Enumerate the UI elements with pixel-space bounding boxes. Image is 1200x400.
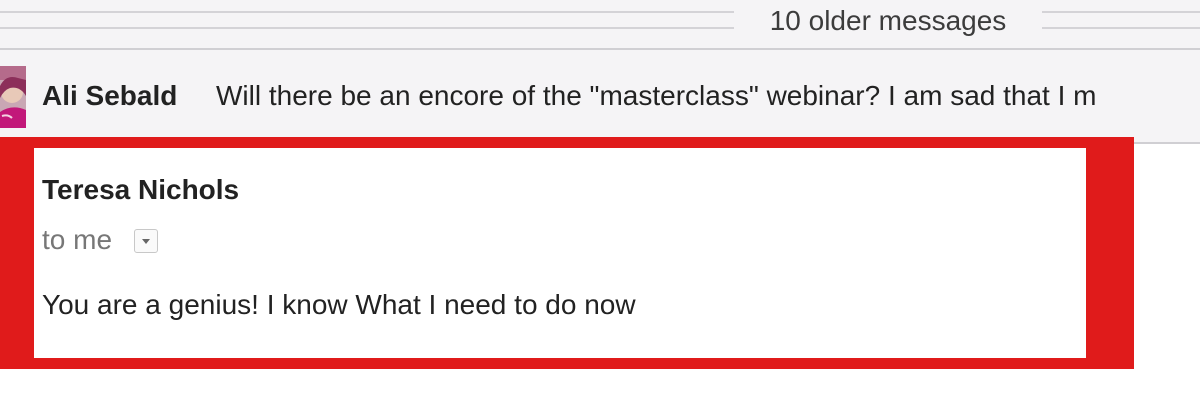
show-details-button[interactable] — [134, 229, 158, 253]
chevron-down-icon — [142, 239, 150, 244]
sender-name[interactable]: Teresa Nichols — [42, 174, 239, 206]
message-snippet: Will there be an encore of the "mastercl… — [216, 80, 1097, 111]
message-body: You are a genius! I know What I need to … — [42, 289, 636, 320]
avatar — [0, 66, 26, 128]
collapsed-sender-name: Ali Sebald — [42, 80, 178, 111]
open-message: Teresa Nichols to me You are a genius! I… — [34, 148, 1086, 358]
older-messages-link[interactable]: 10 older messages — [740, 0, 1036, 44]
collapsed-message-row[interactable]: Ali Sebald Will there be an encore of th… — [0, 50, 1200, 142]
collapsed-stack-lines-left — [0, 9, 734, 31]
collapsed-stack-lines-right — [1042, 9, 1200, 31]
recipient-line: to me — [42, 224, 113, 255]
email-thread-view: 10 older messages Ali Sebald Will there … — [0, 0, 1200, 400]
older-messages-bar: 10 older messages — [0, 0, 1200, 48]
